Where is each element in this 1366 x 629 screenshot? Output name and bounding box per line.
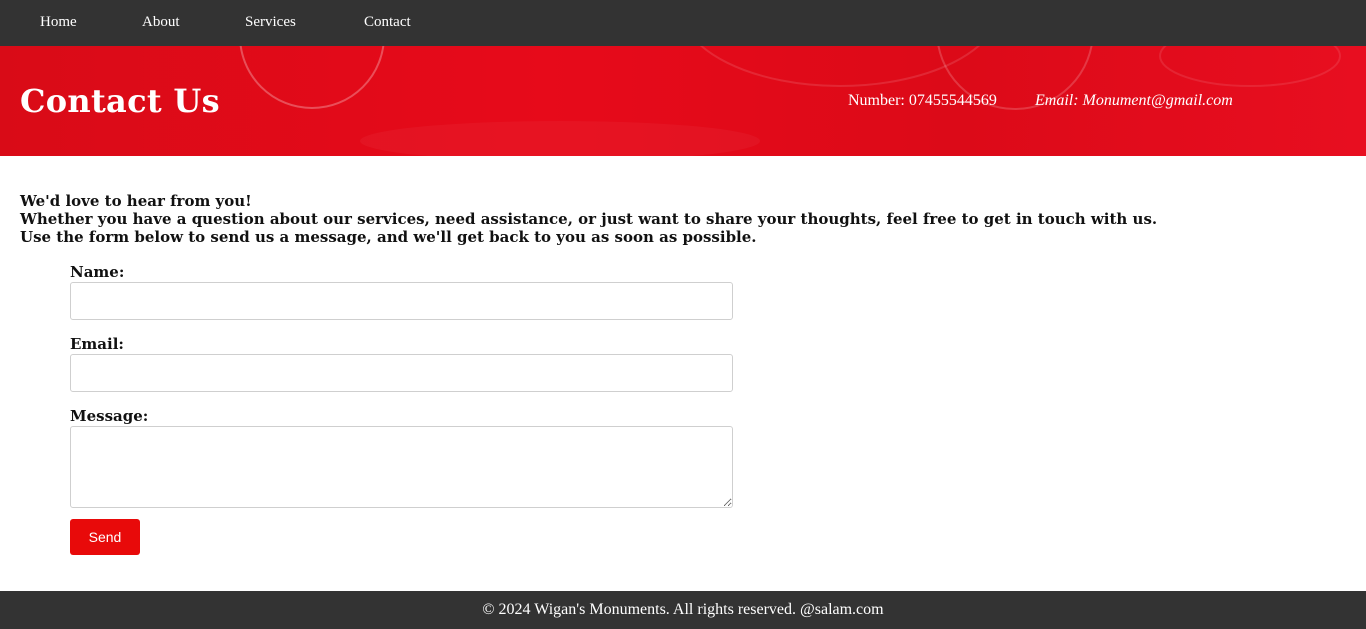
email-label: Email:	[70, 335, 124, 353]
send-button[interactable]: Send	[70, 519, 140, 555]
name-label: Name:	[70, 263, 125, 281]
top-navigation: Home About Services Contact	[0, 0, 1366, 46]
intro-line-2: Whether you have a question about our se…	[20, 210, 1158, 228]
nav-link-about[interactable]: About	[142, 14, 180, 31]
email-field[interactable]	[70, 354, 733, 392]
page-title: Contact Us	[20, 82, 220, 120]
email-address: Email: Monument@gmail.com	[1035, 92, 1233, 109]
message-label: Message:	[70, 407, 149, 425]
nav-link-home[interactable]: Home	[40, 14, 77, 31]
nav-link-services[interactable]: Services	[245, 14, 296, 31]
message-field[interactable]	[70, 426, 733, 508]
hero-banner: Contact Us Number: 07455544569 Email: Mo…	[0, 46, 1366, 156]
name-field[interactable]	[70, 282, 733, 320]
phone-number: Number: 07455544569	[848, 92, 997, 109]
contact-form: Name: Email: Message:	[70, 262, 733, 508]
nav-link-contact[interactable]: Contact	[364, 14, 411, 31]
intro-text: We'd love to hear from you! Whether you …	[20, 192, 1157, 246]
intro-line-1: We'd love to hear from you!	[20, 192, 252, 210]
intro-line-3: Use the form below to send us a message,…	[20, 228, 757, 246]
footer-text: © 2024 Wigan's Monuments. All rights res…	[482, 601, 884, 618]
footer: © 2024 Wigan's Monuments. All rights res…	[0, 591, 1366, 629]
